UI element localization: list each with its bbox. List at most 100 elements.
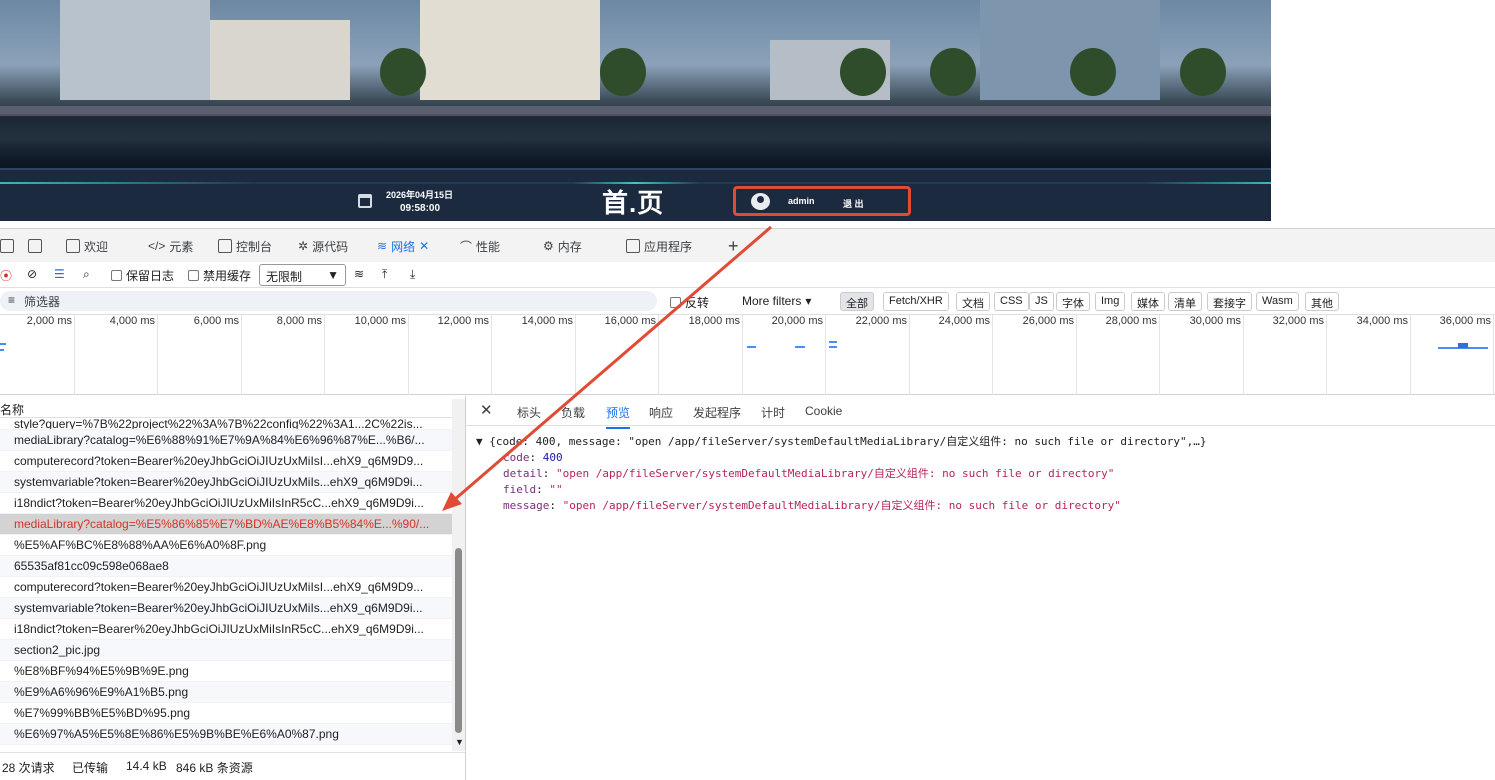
table-row[interactable]: %E8%BF%94%E5%9B%9E.png — [0, 661, 452, 682]
tab-headers[interactable]: 标头 — [517, 404, 541, 421]
scrollbar-thumb[interactable] — [455, 548, 462, 733]
preview-summary[interactable]: ▼ {code: 400, message: "open /app/fileSe… — [476, 434, 1207, 450]
invert-checkbox[interactable]: 反转 — [670, 294, 709, 311]
record-icon[interactable]: ⦿ — [0, 267, 12, 284]
table-row[interactable]: i18ndict?token=Bearer%20eyJhbGciOiJIUzUx… — [0, 619, 452, 640]
tab-console[interactable]: 控制台 — [218, 236, 272, 256]
network-toolbar: ⦿ ⊘ ☰ ⌕ 保留日志 禁用缓存 无限制 ▼ ≋ ⤒ ⤓ — [0, 262, 1495, 288]
tab-timing[interactable]: 计时 — [761, 404, 785, 421]
table-row[interactable]: style?query=%7B%22project%22%3A%7B%22con… — [0, 418, 452, 430]
tab-initiator[interactable]: 发起程序 — [693, 404, 741, 421]
filter-type-chip[interactable]: 套接字 — [1207, 292, 1252, 311]
timeline-tick: 22,000 ms — [826, 315, 910, 395]
timeline-tick: 8,000 ms — [242, 315, 325, 395]
logout-button[interactable]: 退 出 — [843, 197, 864, 210]
table-row[interactable]: 65535af81cc09c598e068ae8 — [0, 556, 452, 577]
table-row[interactable]: mediaLibrary?catalog=%E6%88%91%E7%9A%84%… — [0, 430, 452, 451]
table-row[interactable]: %E9%A6%96%E9%A1%B5.png — [0, 682, 452, 703]
filter-type-chip[interactable]: 媒体 — [1131, 292, 1165, 311]
tab-cookies[interactable]: Cookie — [805, 404, 842, 418]
table-row[interactable]: computerecord?token=Bearer%20eyJhbGciOiJ… — [0, 577, 452, 598]
search-icon[interactable]: ⌕ — [83, 267, 90, 282]
filter-type-chip[interactable]: 其他 — [1305, 292, 1339, 311]
tab-sources[interactable]: ✲ 源代码 — [298, 236, 348, 256]
tab-response[interactable]: 响应 — [649, 404, 673, 421]
import-icon[interactable]: ⤒ — [382, 267, 387, 282]
network-timeline[interactable]: 2,000 ms 4,000 ms 6,000 ms 8,000 ms 10,0… — [0, 315, 1495, 395]
table-row[interactable]: %E5%AF%BC%E8%88%AA%E6%A0%8F.png — [0, 535, 452, 556]
filter-input[interactable]: ≡ 筛选器 — [0, 291, 657, 311]
resource-size: 846 kB 条资源 — [176, 761, 253, 775]
filter-type-chip[interactable]: Img — [1095, 292, 1126, 311]
tab-memory[interactable]: ⚙ 内存 — [543, 236, 582, 256]
throttle-select[interactable]: 无限制 ▼ — [259, 264, 346, 286]
name-column-header[interactable]: 名称▲ — [0, 396, 465, 418]
close-icon[interactable]: ✕ — [419, 239, 429, 253]
table-row[interactable]: i18ndict?token=Bearer%20eyJhbGciOiJIUzUx… — [0, 493, 452, 514]
timeline-tick: 18,000 ms — [659, 315, 743, 395]
request-detail-pane: ✕ 标头 负载 预览 响应 发起程序 计时 Cookie ▼ {code: 40… — [465, 396, 1495, 780]
username-label: admin — [788, 196, 815, 206]
add-tab-icon[interactable]: + — [728, 236, 739, 256]
chip-icon: ⚙ — [543, 239, 554, 253]
json-value: 400 — [542, 451, 563, 464]
scroll-down-icon[interactable]: ▼ — [455, 737, 464, 747]
user-avatar-icon[interactable] — [751, 193, 770, 210]
json-key: message — [503, 499, 550, 512]
timeline-tick: 6,000 ms — [158, 315, 242, 395]
more-filters-dropdown[interactable]: More filters ▾ — [742, 294, 811, 308]
banner-photo — [0, 0, 1271, 170]
timeline-tick: 4,000 ms — [75, 315, 158, 395]
json-value: "open /app/fileServer/systemDefaultMedia… — [562, 499, 1121, 512]
timeline-tick: 10,000 ms — [325, 315, 409, 395]
timeline-bar — [0, 343, 6, 345]
clear-icon[interactable]: ⊘ — [27, 267, 37, 281]
table-row[interactable]: systemvariable?token=Bearer%20eyJhbGciOi… — [0, 472, 452, 493]
filter-type-chip[interactable]: CSS — [994, 292, 1029, 311]
timeline-tick: 14,000 ms — [492, 315, 576, 395]
filter-type-chip[interactable]: 文档 — [956, 292, 990, 311]
gauge-icon: ⌒ — [460, 239, 473, 254]
selected-request-row[interactable]: mediaLibrary?catalog=%E5%86%85%E7%BD%AE%… — [0, 514, 452, 535]
close-detail-icon[interactable]: ✕ — [480, 401, 493, 419]
timeline-tick: 36,000 ms — [1411, 315, 1494, 395]
device-toolbar-icon[interactable] — [0, 236, 14, 256]
tab-preview[interactable]: 预览 — [606, 404, 631, 429]
preserve-log-checkbox[interactable]: 保留日志 — [111, 267, 174, 284]
timeline-bar — [829, 346, 837, 348]
network-conditions-icon[interactable]: ≋ — [354, 267, 364, 281]
table-row[interactable]: section2_pic.jpg — [0, 640, 452, 661]
table-row[interactable]: systemvariable?token=Bearer%20eyJhbGciOi… — [0, 598, 452, 619]
time-display: 09:58:00 — [400, 203, 441, 214]
filter-type-chip[interactable]: 字体 — [1056, 292, 1090, 311]
tab-network[interactable]: ≋ 网络 ✕ — [377, 236, 429, 256]
devtools-tab-bar: 欢迎 </> 元素 控制台 ✲ 源代码 ≋ 网络 ✕ ⌒ 性能 ⚙ 内存 应用程序 + — [0, 229, 1495, 262]
inspect-icon[interactable] — [28, 236, 42, 256]
tab-payload[interactable]: 负载 — [561, 404, 585, 421]
timeline-bar — [795, 346, 805, 348]
timeline-tick: 34,000 ms — [1327, 315, 1411, 395]
disable-cache-checkbox[interactable]: 禁用缓存 — [188, 267, 251, 284]
json-key: code — [503, 451, 530, 464]
table-row[interactable]: %E6%97%A5%E5%8E%86%E5%9B%BE%E6%A0%87.png — [0, 724, 452, 745]
timeline-bar — [0, 349, 4, 351]
json-preview[interactable]: ▼ {code: 400, message: "open /app/fileSe… — [476, 434, 1207, 514]
tab-performance[interactable]: ⌒ 性能 — [460, 236, 500, 256]
tab-welcome[interactable]: 欢迎 — [66, 236, 108, 256]
transferred-label: 已传输 — [72, 761, 109, 775]
filter-type-chip[interactable]: JS — [1029, 292, 1054, 311]
table-row[interactable]: computerecord?token=Bearer%20eyJhbGciOiJ… — [0, 451, 452, 472]
export-icon[interactable]: ⤓ — [410, 267, 415, 282]
filter-type-chip[interactable]: 全部 — [840, 292, 874, 311]
tab-elements[interactable]: </> 元素 — [148, 236, 193, 256]
table-row[interactable]: %E7%99%BB%E5%BD%95.png — [0, 703, 452, 724]
filter-type-chip[interactable]: Wasm — [1256, 292, 1299, 311]
transferred-size: 14.4 kB — [126, 759, 167, 773]
filter-type-chip[interactable]: 清单 — [1168, 292, 1202, 311]
calendar-icon — [358, 194, 372, 208]
tab-application[interactable]: 应用程序 — [626, 236, 692, 256]
filter-type-chip[interactable]: Fetch/XHR — [883, 292, 949, 311]
filter-icon[interactable]: ☰ — [54, 267, 65, 281]
timeline-tick: 30,000 ms — [1160, 315, 1244, 395]
timeline-bar — [747, 346, 756, 348]
